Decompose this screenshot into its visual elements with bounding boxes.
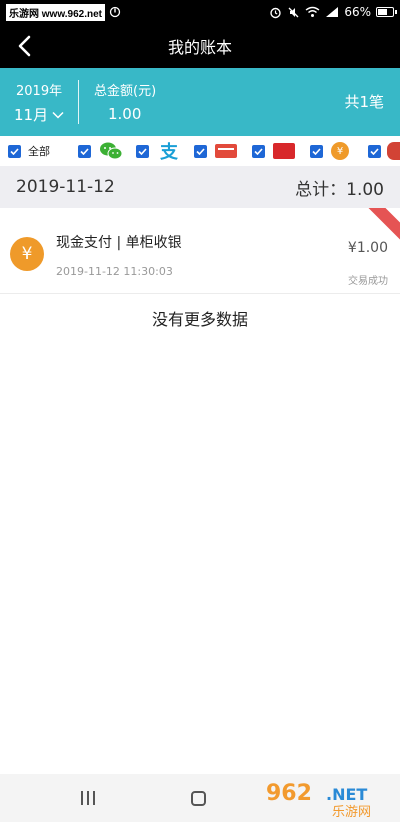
- status-bar: 乐游网 www.962.net 66%: [0, 0, 400, 24]
- filter-cash[interactable]: ¥: [310, 142, 368, 160]
- wechat-icon: [100, 142, 123, 160]
- home-button[interactable]: [191, 791, 206, 806]
- transaction-time: 2019-11-12 11:30:03: [56, 265, 173, 278]
- group-date: 2019-11-12: [16, 177, 115, 197]
- checkbox-icon[interactable]: [8, 144, 21, 158]
- filter-bank-card[interactable]: [194, 144, 252, 158]
- summary-panel: 2019年 11月 总金额(元) 1.00 共1笔: [0, 68, 400, 136]
- cash-coin-icon: ¥: [10, 237, 44, 271]
- filter-all-label: 全部: [28, 145, 50, 158]
- signal-icon: [326, 7, 339, 17]
- sync-icon: [109, 6, 121, 18]
- year-label: 2019年: [16, 84, 63, 99]
- transaction-count: 共1笔: [344, 93, 384, 111]
- chevron-left-icon: [18, 35, 31, 57]
- battery-icon: [376, 7, 397, 17]
- unionpay-icon: [273, 143, 295, 159]
- filter-all[interactable]: 全部: [8, 143, 78, 159]
- filter-wechat[interactable]: [78, 141, 136, 161]
- chevron-down-icon: [52, 111, 64, 119]
- page-title: 我的账本: [167, 38, 232, 57]
- group-total: 总计：1.00: [295, 179, 384, 200]
- month-selector[interactable]: 11月: [14, 104, 64, 125]
- checkbox-icon[interactable]: [78, 144, 91, 158]
- battery-fill: [378, 9, 387, 15]
- watermark-text: 乐游网 www.962.net: [6, 3, 105, 21]
- checkbox-icon[interactable]: [310, 144, 323, 158]
- svg-text:962: 962: [266, 781, 312, 806]
- back-button[interactable]: [8, 30, 40, 62]
- alipay-icon: 支: [160, 142, 178, 163]
- transaction-item[interactable]: ¥ 现金支付 | 单柜收银 2019-11-12 11:30:03 ¥1.00 …: [0, 208, 400, 294]
- payment-filter-row: 全部 支 ¥: [0, 136, 400, 166]
- battery-percent: 66%: [344, 5, 371, 19]
- svg-text:.NET: .NET: [326, 785, 367, 804]
- checkbox-icon[interactable]: [136, 144, 149, 158]
- no-more-data: 没有更多数据: [151, 310, 248, 329]
- summary-divider: [78, 80, 79, 124]
- title-bar: 我的账本: [0, 24, 400, 68]
- recent-apps-icon[interactable]: [80, 790, 96, 806]
- transaction-amount: ¥1.00: [347, 240, 388, 256]
- total-amount-value: 1.00: [108, 105, 142, 123]
- alarm-icon: [270, 7, 282, 18]
- checkbox-icon[interactable]: [368, 144, 381, 158]
- mute-icon: [288, 7, 299, 17]
- filter-unionpay[interactable]: [252, 143, 310, 159]
- checkbox-icon[interactable]: [194, 144, 207, 158]
- date-group-header: 2019-11-12 总计：1.00: [0, 166, 400, 208]
- bank-card-icon: [215, 144, 237, 158]
- watermark-logo: 962 .NET 乐游网: [266, 781, 371, 818]
- avatar-icon: [387, 142, 400, 160]
- transaction-status: 交易成功: [348, 276, 388, 287]
- svg-text:乐游网: 乐游网: [332, 805, 371, 818]
- month-label: 11月: [14, 106, 49, 124]
- filter-alipay[interactable]: 支: [136, 138, 194, 164]
- filter-other[interactable]: [368, 142, 400, 160]
- wifi-icon: [305, 6, 320, 17]
- transaction-title: 现金支付 | 单柜收银: [56, 235, 182, 251]
- total-amount-label: 总金额(元): [94, 84, 157, 99]
- cash-coin-icon: ¥: [331, 142, 349, 160]
- checkbox-icon[interactable]: [252, 144, 265, 158]
